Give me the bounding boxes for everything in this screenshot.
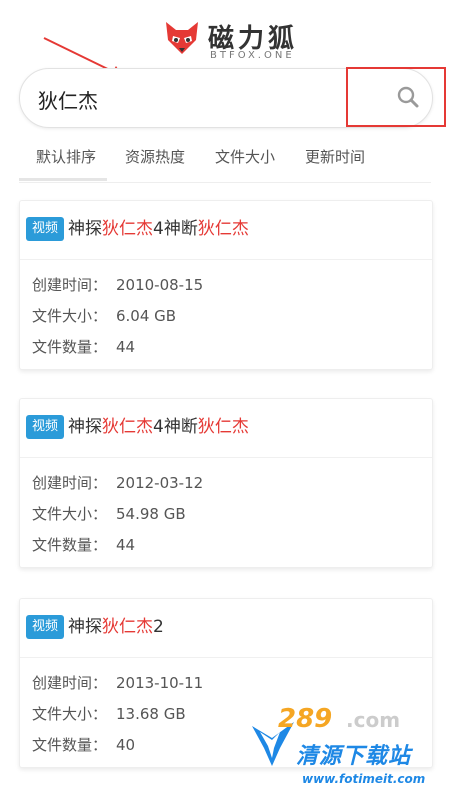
- result-card[interactable]: 视频 神探狄仁杰4神断狄仁杰 创建时间： 2012-03-12 文件大小： 54.9…: [19, 398, 433, 568]
- created-time: 创建时间： 2010-08-15: [32, 276, 204, 294]
- tab-file-size[interactable]: 文件大小: [215, 146, 275, 167]
- file-size: 文件大小： 13.68 GB: [32, 705, 186, 723]
- result-title-link[interactable]: 视频 神探狄仁杰2: [20, 599, 432, 658]
- result-title: 神探狄仁杰4神断狄仁杰: [68, 219, 249, 239]
- result-title-link[interactable]: 视频 神探狄仁杰4神断狄仁杰: [20, 399, 432, 458]
- created-time: 创建时间： 2013-10-11: [32, 674, 204, 692]
- category-badge: 视频: [26, 615, 65, 639]
- watermark-url: www.fotimeit.com: [302, 772, 426, 786]
- tab-popularity[interactable]: 资源热度: [125, 146, 185, 167]
- watermark-domain: .com: [346, 708, 401, 732]
- file-count: 文件数量： 44: [32, 536, 136, 554]
- created-time: 创建时间： 2012-03-12: [32, 474, 204, 492]
- category-badge: 视频: [26, 217, 65, 241]
- file-size: 文件大小： 6.04 GB: [32, 307, 177, 325]
- category-badge: 视频: [26, 415, 65, 439]
- logo-subtitle: BTFOX.ONE: [210, 50, 295, 61]
- result-title: 神探狄仁杰2: [68, 617, 164, 637]
- annotation-highlight-box: [346, 67, 446, 127]
- watermark: 289 .com 清源下载站 www.fotimeit.com: [250, 698, 440, 794]
- tab-default-sort[interactable]: 默认排序: [36, 146, 96, 167]
- result-title-link[interactable]: 视频 神探狄仁杰4神断狄仁杰: [20, 201, 432, 260]
- search-input[interactable]: [36, 83, 340, 115]
- result-card[interactable]: 视频 神探狄仁杰4神断狄仁杰 创建时间： 2010-08-15 文件大小： 6.04…: [19, 200, 433, 370]
- watermark-number: 289: [278, 704, 333, 734]
- tab-update-time[interactable]: 更新时间: [305, 146, 365, 167]
- site-logo[interactable]: 磁力狐 BTFOX.ONE: [160, 16, 300, 66]
- file-count: 文件数量： 40: [32, 736, 136, 754]
- file-size: 文件大小： 54.98 GB: [32, 505, 186, 523]
- sort-tabs: 默认排序 资源热度 文件大小 更新时间: [19, 140, 431, 183]
- active-tab-indicator: [19, 178, 107, 181]
- file-count: 文件数量： 44: [32, 338, 136, 356]
- result-title: 神探狄仁杰4神断狄仁杰: [68, 417, 249, 437]
- watermark-name: 清源下载站: [296, 744, 412, 769]
- fox-logo-icon: [166, 22, 198, 54]
